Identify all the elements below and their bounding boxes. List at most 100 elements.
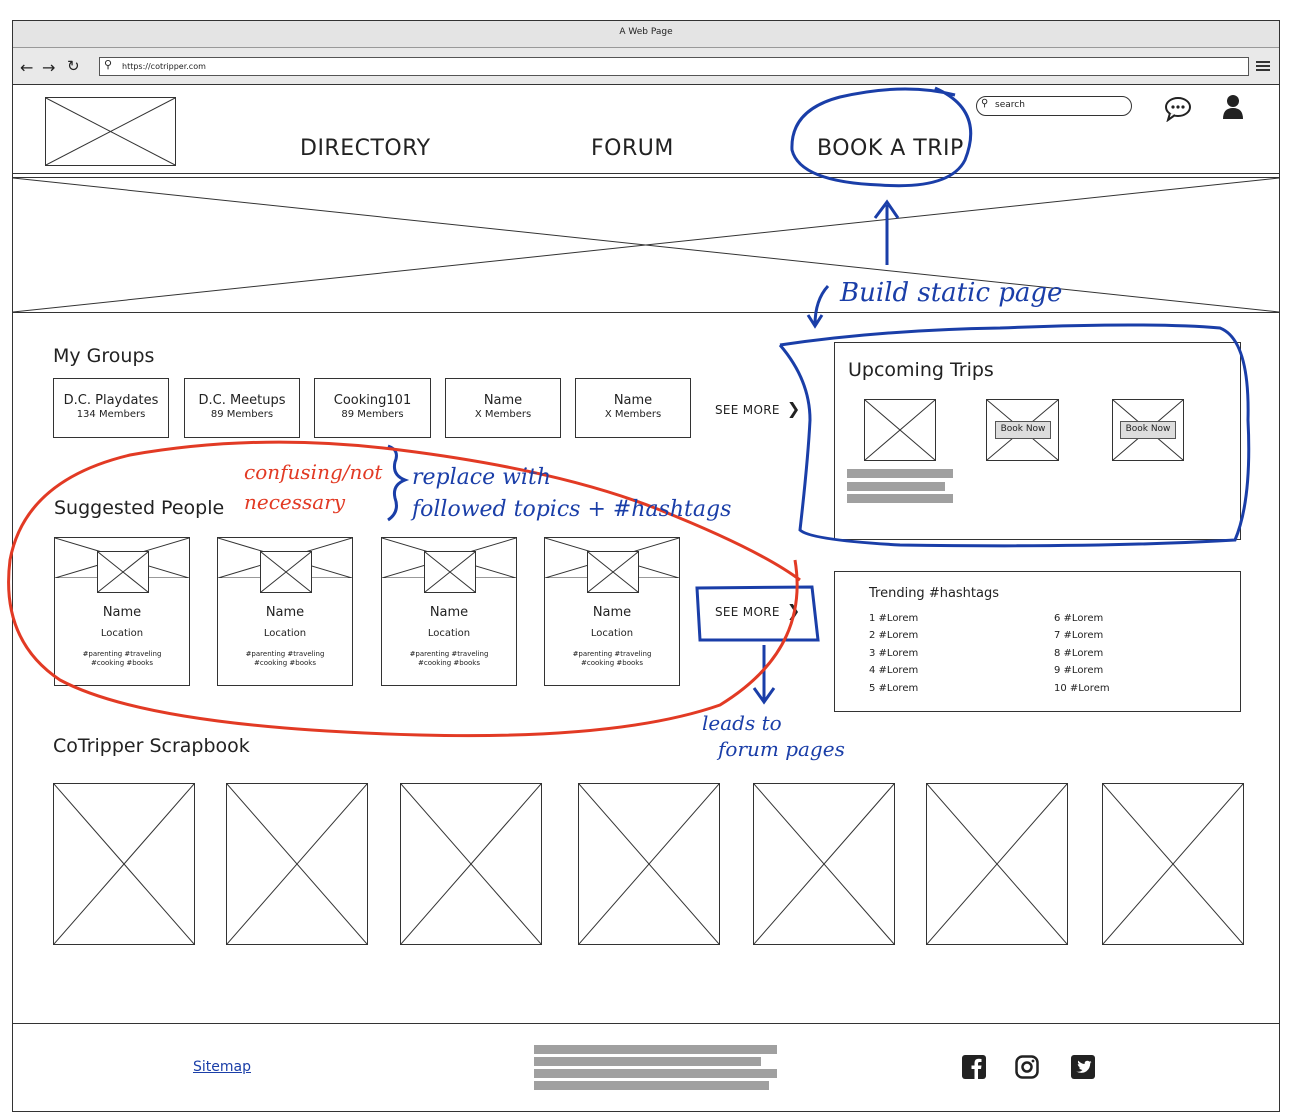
text-placeholder-bar [847, 494, 953, 503]
text-placeholder-bar [847, 482, 945, 491]
scrapbook-photo[interactable] [578, 783, 720, 945]
hero-image-placeholder [12, 177, 1280, 313]
people-see-more[interactable]: SEE MORE ❯ [715, 601, 800, 620]
hashtag-item[interactable]: 4 #Lorem [869, 665, 918, 676]
hashtag-item[interactable]: 3 #Lorem [869, 648, 918, 659]
nav-directory[interactable]: DIRECTORY [300, 136, 431, 161]
group-card[interactable]: Name X Members [575, 378, 691, 438]
user-icon[interactable] [1222, 94, 1244, 124]
group-members: X Members [474, 409, 532, 420]
person-name: Name [265, 605, 305, 620]
hashtag-item[interactable]: 8 #Lorem [1054, 648, 1103, 659]
person-card[interactable]: Name Location #parenting #traveling #cook… [544, 537, 680, 686]
footer-text-bar [534, 1069, 777, 1078]
footer-text-bar [534, 1081, 769, 1090]
scrapbook-photo[interactable] [926, 783, 1068, 945]
person-location: Location [427, 628, 471, 639]
twitter-icon[interactable] [1071, 1055, 1095, 1083]
person-location: Location [590, 628, 634, 639]
person-tags: #parenting #traveling #cooking #books [245, 650, 325, 667]
book-now-button[interactable]: Book Now [1120, 421, 1176, 439]
group-name: D.C. Meetups [198, 393, 286, 408]
trending-hashtags-panel: Trending #hashtags 1 #Lorem 2 #Lorem 3 #… [834, 571, 1241, 712]
search-placeholder: search [995, 100, 1025, 110]
group-name: Name [613, 393, 653, 408]
reload-icon[interactable]: ↻ [67, 57, 80, 75]
chevron-right-icon: ❯ [786, 601, 801, 620]
trending-title: Trending #hashtags [869, 586, 1000, 601]
person-location: Location [263, 628, 307, 639]
trip-image-placeholder: Book Now [986, 399, 1059, 461]
annotation-confusing: confusing/not necessary [244, 460, 383, 514]
group-members: 89 Members [341, 409, 404, 420]
search-input[interactable]: ⚲ search [976, 96, 1132, 116]
person-card[interactable]: Name Location #parenting #traveling #cook… [381, 537, 517, 686]
avatar [97, 551, 149, 593]
annotation-replace: replace with followed topics + #hashtags [412, 465, 732, 522]
person-card[interactable]: Name Location #parenting #traveling #cook… [217, 537, 353, 686]
search-icon: ⚲ [104, 58, 113, 71]
url-input[interactable]: https://cotripper.com [99, 57, 1249, 76]
chat-icon[interactable] [1164, 96, 1194, 126]
hashtag-item[interactable]: 1 #Lorem [869, 613, 918, 624]
scrapbook-photo[interactable] [53, 783, 195, 945]
suggested-people-title: Suggested People [54, 497, 225, 519]
upcoming-trips-title: Upcoming Trips [848, 359, 994, 381]
group-members: 89 Members [210, 409, 274, 420]
hashtag-item[interactable]: 7 #Lorem [1054, 630, 1103, 641]
group-card[interactable]: Cooking101 89 Members [314, 378, 431, 438]
sitemap-link[interactable]: Sitemap [193, 1059, 251, 1075]
forward-icon[interactable]: → [42, 58, 55, 77]
search-icon: ⚲ [981, 98, 989, 109]
scrapbook-photo[interactable] [1102, 783, 1244, 945]
person-card[interactable]: Name Location #parenting #traveling #cook… [54, 537, 190, 686]
footer-text-bar [534, 1057, 761, 1066]
nav-book-a-trip[interactable]: BOOK A TRIP [817, 136, 964, 161]
nav-forum[interactable]: FORUM [591, 136, 674, 161]
group-name: Name [483, 393, 523, 408]
menu-icon[interactable] [1256, 58, 1270, 74]
person-tags: #parenting #traveling #cooking #books [409, 650, 489, 667]
hashtag-item[interactable]: 6 #Lorem [1054, 613, 1103, 624]
group-members: 134 Members [76, 409, 146, 420]
chevron-right-icon: ❯ [786, 399, 801, 418]
trip-image-placeholder: Book Now [1112, 399, 1184, 461]
person-name: Name [102, 605, 142, 620]
group-members: X Members [604, 409, 662, 420]
hashtag-item[interactable]: 10 #Lorem [1054, 683, 1110, 694]
see-more-label: SEE MORE [715, 605, 780, 619]
instagram-icon[interactable] [1015, 1055, 1039, 1083]
trip-image-placeholder[interactable] [864, 399, 936, 461]
person-tags: #parenting #traveling #cooking #books [82, 650, 162, 667]
back-icon[interactable]: ← [20, 58, 33, 77]
scrapbook-photo[interactable] [226, 783, 368, 945]
facebook-icon[interactable] [962, 1055, 986, 1083]
groups-see-more[interactable]: SEE MORE ❯ [715, 399, 800, 418]
scrapbook-title: CoTripper Scrapbook [53, 735, 250, 757]
group-card[interactable]: Name X Members [445, 378, 561, 438]
upcoming-trips-panel: Upcoming Trips Book Now Book Now [834, 342, 1241, 540]
avatar [260, 551, 312, 593]
scrapbook-photo[interactable] [400, 783, 542, 945]
hashtag-item[interactable]: 9 #Lorem [1054, 665, 1103, 676]
footer-text-bar [534, 1045, 777, 1054]
person-location: Location [100, 628, 144, 639]
book-now-button[interactable]: Book Now [995, 421, 1051, 439]
text-placeholder-bar [847, 469, 953, 478]
annotation-build-static-page: Build static page [840, 278, 1063, 308]
annotation-leads-to: leads to forum pages [702, 711, 845, 761]
hashtag-item[interactable]: 5 #Lorem [869, 683, 918, 694]
group-card[interactable]: D.C. Playdates 134 Members [53, 378, 169, 438]
scrapbook-photo[interactable] [753, 783, 895, 945]
logo-placeholder[interactable] [45, 97, 176, 166]
header-divider [13, 173, 1279, 174]
person-name: Name [429, 605, 469, 620]
group-card[interactable]: D.C. Meetups 89 Members [184, 378, 300, 438]
my-groups-title: My Groups [53, 345, 155, 367]
person-tags: #parenting #traveling #cooking #books [572, 650, 652, 667]
group-name: Cooking101 [333, 393, 412, 408]
window-title: A Web Page [13, 21, 1279, 48]
hashtag-item[interactable]: 2 #Lorem [869, 630, 918, 641]
group-name: D.C. Playdates [63, 393, 159, 408]
see-more-label: SEE MORE [715, 403, 780, 417]
